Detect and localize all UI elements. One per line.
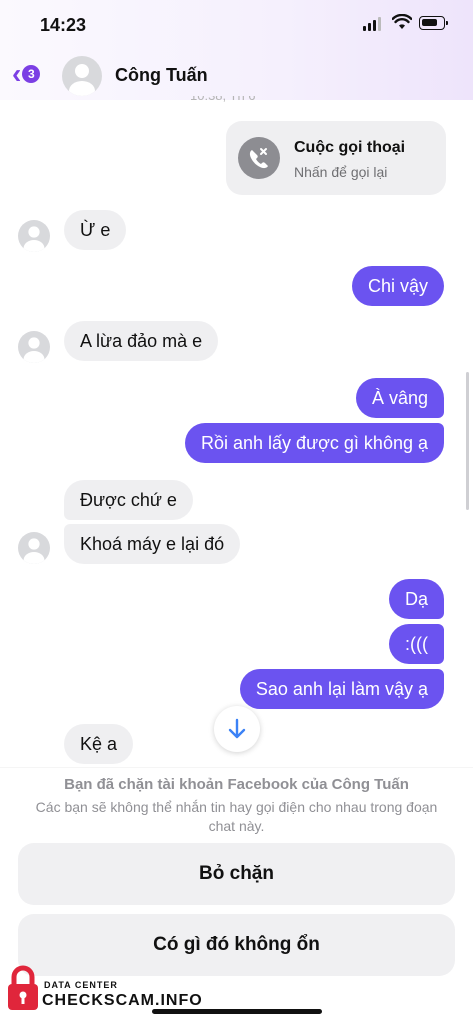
status-time: 14:23 xyxy=(40,15,87,35)
wifi-icon xyxy=(391,13,413,35)
message-bubble[interactable]: Chi vậy xyxy=(351,266,444,306)
message-bubble[interactable]: Ừ e xyxy=(64,210,127,250)
message-bubble[interactable]: A lừa đảo mà e xyxy=(64,321,219,361)
message-bubble[interactable]: Khoá máy e lại đó xyxy=(64,524,241,564)
message-bubble[interactable]: Rồi anh lấy được gì không ạ xyxy=(185,423,444,463)
watermark-bottom-text: CHECKSCAM.INFO xyxy=(42,992,203,1009)
home-indicator[interactable] xyxy=(152,1009,322,1014)
back-button[interactable]: ‹ 3 xyxy=(12,58,41,89)
call-back-bubble[interactable]: Cuộc gọi thoại Nhấn để gọi lại xyxy=(226,121,446,195)
status-bar: 14:23 xyxy=(0,0,473,52)
lock-icon xyxy=(6,965,40,1016)
scroll-to-bottom-button[interactable] xyxy=(214,706,260,752)
contact-name[interactable]: Công Tuấn xyxy=(115,65,208,86)
message-bubble[interactable]: Sao anh lại làm vậy ạ xyxy=(239,669,444,709)
message-bubble[interactable]: :((( xyxy=(389,624,444,664)
avatar xyxy=(18,331,50,363)
avatar xyxy=(18,220,50,252)
scrollbar[interactable] xyxy=(466,372,469,510)
message-bubble[interactable]: Kệ a xyxy=(64,724,134,764)
battery-icon xyxy=(419,16,448,30)
call-title: Cuộc gọi thoại xyxy=(294,139,406,156)
signal-icon xyxy=(363,17,381,31)
blocked-title: Bạn đã chặn tài khoản Facebook của Công … xyxy=(64,776,409,793)
contact-avatar[interactable] xyxy=(62,56,102,96)
unblock-button[interactable]: Bỏ chặn xyxy=(18,843,455,905)
message-bubble[interactable]: À vâng xyxy=(355,378,444,418)
unread-badge: 3 xyxy=(22,65,41,83)
back-chevron-icon: ‹ xyxy=(12,58,22,89)
call-subtitle: Nhấn để gọi lại xyxy=(294,164,388,180)
message-bubble[interactable]: Được chứ e xyxy=(64,480,193,520)
watermark-top-text: DATA CENTER xyxy=(44,980,118,990)
message-bubble[interactable]: Dạ xyxy=(388,579,444,619)
chat-header: ‹ 3 Công Tuấn xyxy=(0,52,473,100)
watermark: DATA CENTER CHECKSCAM.INFO xyxy=(6,965,206,1015)
blocked-description: Các bạn sẽ không thể nhắn tin hay gọi đi… xyxy=(35,799,438,834)
avatar xyxy=(18,532,50,564)
arrow-down-icon xyxy=(228,718,246,739)
missed-call-icon xyxy=(238,137,280,179)
